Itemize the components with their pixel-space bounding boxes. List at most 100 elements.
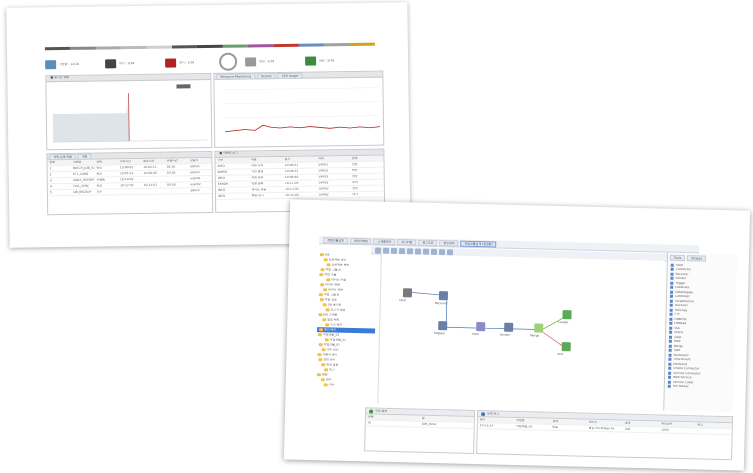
- table-cell: SVR03: [318, 187, 329, 191]
- save-icon[interactable]: [390, 247, 398, 254]
- column-header: 종료시간: [143, 159, 155, 163]
- color-segment: [121, 45, 147, 50]
- area-shape: [52, 93, 130, 143]
- undo-icon[interactable]: [422, 248, 430, 255]
- palette-item-icon: [670, 276, 674, 281]
- table-cell: 1200: [661, 428, 669, 432]
- palette-item-icon: [668, 357, 672, 362]
- kpi-color-box: [165, 57, 177, 68]
- folder-icon: [318, 293, 323, 297]
- tree-item-label: 작업흐름_01: [322, 333, 340, 337]
- palette-tab[interactable]: Shapes: [687, 255, 707, 262]
- folder-icon: [318, 358, 323, 362]
- designer-tab[interactable]: 모니터링: [397, 238, 417, 246]
- tree-item-label: 작업흐름_02: [329, 338, 347, 342]
- resource-tabs: Resource Monitoring History CPU Usage: [214, 71, 383, 80]
- column-header: 담당자: [189, 158, 199, 163]
- event-row[interactable]: INFO 백업 대기 10:15:00 SVR02 대기: [215, 191, 385, 200]
- folder-icon: [319, 253, 324, 257]
- designer-tab[interactable]: 로그조회: [418, 239, 438, 246]
- workflow-node[interactable]: Filter: [472, 322, 486, 336]
- table-cell: 정상: [352, 186, 358, 190]
- palette-item-icon: [667, 384, 671, 389]
- palette-item-icon: [668, 362, 672, 366]
- table-cell: user02: [190, 182, 201, 187]
- column-header: 서버: [318, 157, 324, 161]
- palette-item-icon: [670, 281, 674, 285]
- workflow-node[interactable]: Start: [399, 288, 413, 302]
- color-segment: [44, 46, 71, 51]
- palette-item-label: DataMapper: [675, 290, 694, 295]
- kpi-color-box: [105, 58, 117, 68]
- table-cell: INFO: [217, 164, 225, 168]
- paste-icon[interactable]: [414, 247, 422, 255]
- designer-tab[interactable]: 작업흐름설계 (편집중): [460, 240, 497, 247]
- folder-icon: [317, 333, 322, 337]
- redo-icon[interactable]: [430, 248, 438, 255]
- workflow-node[interactable]: Receiver: [435, 291, 449, 305]
- palette-item-icon: [669, 308, 673, 312]
- tab-cpu-usage[interactable]: CPU Usage: [277, 72, 303, 80]
- project-tree: Job 프로젝트 관리 프로젝트 목록 작업 그룹 A 작업 흐름 데이터 추출 데이터 변…: [315, 252, 377, 403]
- table-cell: admin: [190, 188, 200, 193]
- workflow-node[interactable]: Mapper: [434, 321, 448, 335]
- column-header: 상태: [96, 160, 102, 164]
- tree-item-label: 사용자 관리: [322, 353, 338, 357]
- palette-tab[interactable]: Tools: [669, 254, 686, 262]
- zoom-icon[interactable]: [438, 248, 446, 255]
- palette-item[interactable]: File Router: [665, 384, 734, 390]
- palette-item-icon: [669, 299, 673, 303]
- tab-resource-monitoring[interactable]: Resource Monitoring: [216, 73, 256, 80]
- column-header: 구분: [217, 158, 224, 162]
- designer-tab[interactable]: 스케줄관리: [373, 237, 396, 245]
- new-icon[interactable]: [374, 247, 382, 254]
- open-icon[interactable]: [382, 247, 390, 254]
- designer-tab[interactable]: 변수관리: [439, 239, 459, 247]
- color-segment: [70, 46, 96, 50]
- kpi-label: 대기 : 3/18: [119, 61, 135, 65]
- tab-이력[interactable]: 이력: [77, 153, 92, 160]
- table-cell: 10:11:05: [284, 181, 299, 185]
- workflow-node-label: End: [557, 352, 564, 357]
- workflow-node[interactable]: Router: [500, 322, 514, 337]
- workflow-connectors: [410, 292, 567, 349]
- palette-item-label: Wait: [673, 340, 681, 344]
- realtime-panel-title: ■ 실시간 현황: [46, 73, 211, 83]
- palette-item-label: Web Service: [672, 376, 692, 380]
- tab-history[interactable]: History: [257, 73, 276, 80]
- palette-item-label: Start: [675, 263, 684, 267]
- palette-item-icon: [670, 267, 674, 272]
- color-segment: [95, 46, 122, 50]
- tree-item[interactable]: 기타: [316, 382, 374, 388]
- copy-icon[interactable]: [406, 247, 414, 254]
- job-row[interactable]: 5 DB_BACKUP 대기 admin: [47, 187, 212, 197]
- palette-item-label: Loop: [673, 335, 682, 339]
- workflow-canvas[interactable]: Start Receiver Mapper Filter Router Merge Load…: [377, 253, 665, 411]
- palette-item-icon: [667, 375, 672, 380]
- palette-item-label: LoadData: [675, 286, 690, 290]
- table-cell: 확인: [351, 168, 358, 173]
- table-cell: 00:28: [166, 183, 176, 187]
- table-cell: DAILY_REPORT: [73, 178, 95, 182]
- designer-tab[interactable]: 작업흐름설계: [323, 236, 348, 244]
- property-row[interactable]: ID JOB_0012: [365, 420, 474, 429]
- workflow-node-label: Merge: [529, 334, 540, 338]
- folder-icon: [320, 378, 325, 382]
- cut-icon[interactable]: [398, 247, 406, 254]
- tab-작업 상세 목록[interactable]: 작업 상세 목록: [49, 153, 76, 161]
- column-header: 상태: [351, 156, 358, 161]
- run-icon[interactable]: [446, 248, 454, 255]
- workflow-node[interactable]: Loader: [558, 310, 572, 324]
- gauge-icon: [218, 52, 238, 71]
- folder-icon: [322, 303, 327, 307]
- column-header: 작업명: [516, 418, 525, 423]
- designer-tab[interactable]: 데이터매핑: [349, 237, 372, 244]
- color-segment: [349, 42, 375, 47]
- workflow-node-label: Loader: [558, 321, 569, 325]
- tree-item-label: 변수: [325, 378, 332, 382]
- properties-icon: [369, 408, 374, 414]
- table-cell: 작업 완료: [251, 175, 264, 180]
- workflow-node[interactable]: End: [557, 342, 571, 356]
- folder-icon: [319, 273, 324, 277]
- workflow-node[interactable]: Merge: [530, 323, 544, 338]
